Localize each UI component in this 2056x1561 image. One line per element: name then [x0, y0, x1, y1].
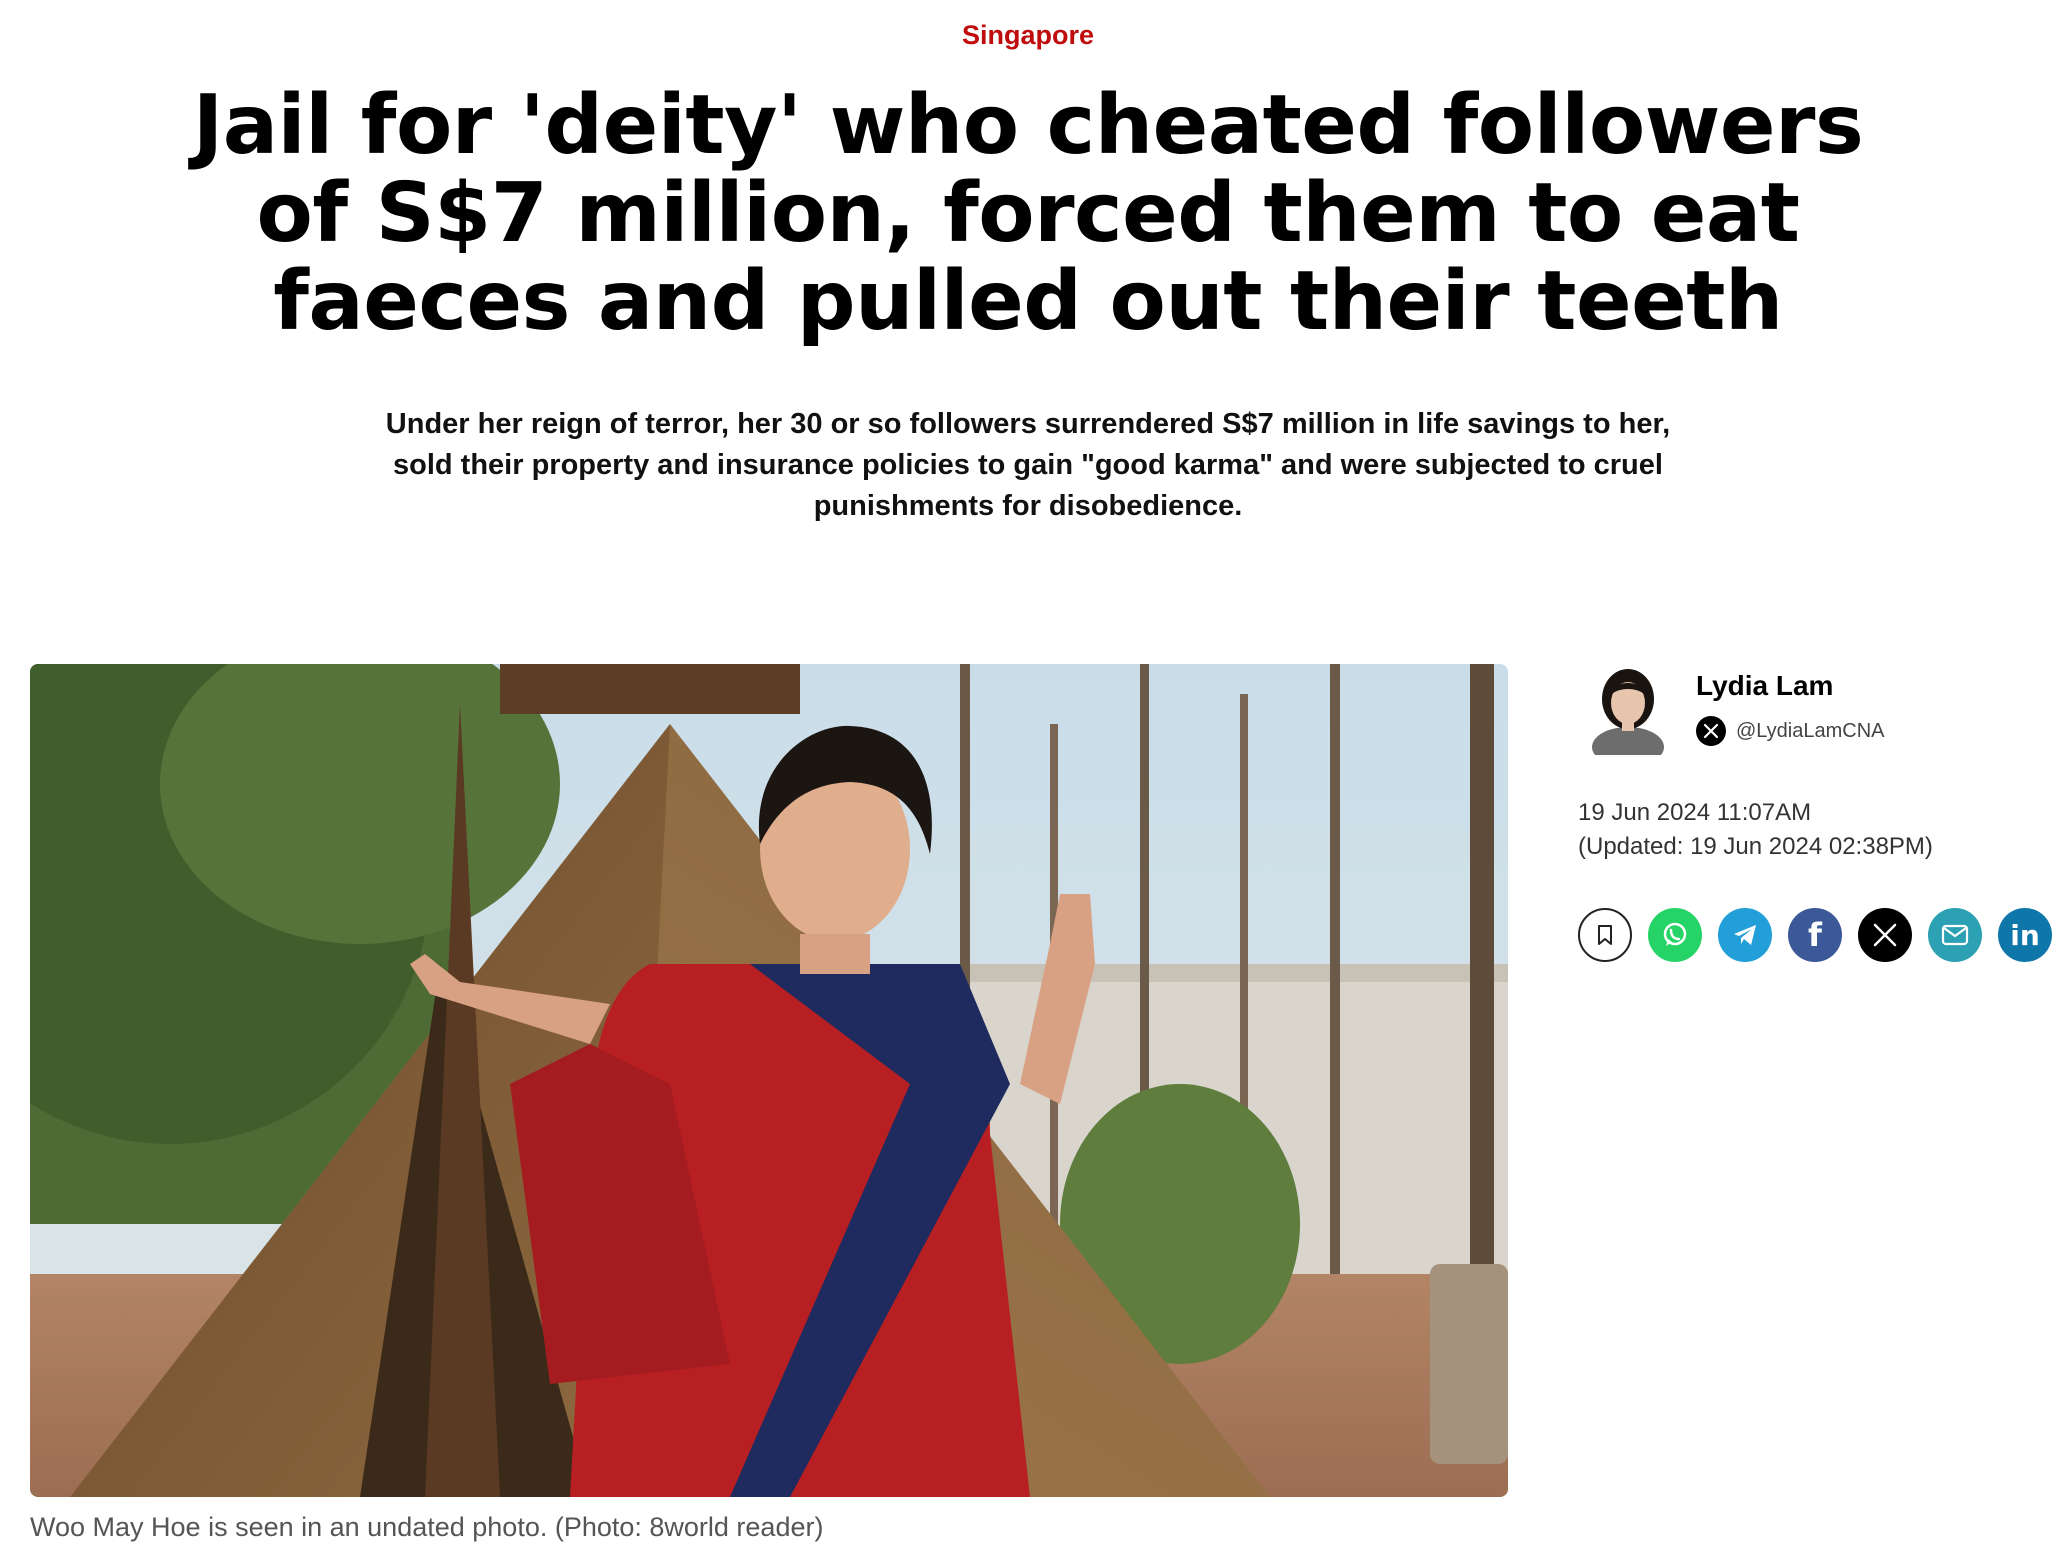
bookmark-button[interactable] [1578, 908, 1632, 962]
x-icon [1872, 922, 1898, 948]
telegram-icon [1730, 920, 1760, 950]
linkedin-share-button[interactable]: in [1998, 908, 2052, 962]
x-share-button[interactable] [1858, 908, 1912, 962]
author-handle-text: @LydiaLamCNA [1736, 719, 1885, 742]
email-share-button[interactable] [1928, 908, 1982, 962]
facebook-icon: f [1808, 916, 1822, 954]
headline: Jail for 'deity' who cheated followers o… [192, 78, 1864, 349]
updated-date: (Updated: 19 Jun 2024 02:38PM) [1578, 833, 1933, 860]
whatsapp-icon [1660, 920, 1690, 950]
email-icon [1940, 923, 1970, 947]
bookmark-icon [1595, 923, 1615, 947]
author-x-handle[interactable]: @LydiaLamCNA [1696, 715, 1885, 747]
author-name[interactable]: Lydia Lam [1696, 670, 1833, 702]
facebook-share-button[interactable]: f [1788, 908, 1842, 962]
image-caption: Woo May Hoe is seen in an undated photo.… [30, 1512, 824, 1542]
whatsapp-share-button[interactable] [1648, 908, 1702, 962]
published-date: 19 Jun 2024 11:07AM [1578, 799, 1812, 826]
section-link[interactable]: Singapore [0, 20, 2056, 51]
linkedin-icon: in [2010, 918, 2040, 952]
x-logo-icon [1696, 716, 1726, 746]
article-dates: 19 Jun 2024 11:07AM (Updated: 19 Jun 202… [1578, 796, 1933, 864]
author-avatar[interactable] [1588, 665, 1668, 767]
telegram-share-button[interactable] [1718, 908, 1772, 962]
share-bar: f in [1578, 908, 2052, 962]
hero-image[interactable] [30, 664, 1508, 1497]
article-summary: Under her reign of terror, her 30 or so … [385, 408, 1671, 522]
